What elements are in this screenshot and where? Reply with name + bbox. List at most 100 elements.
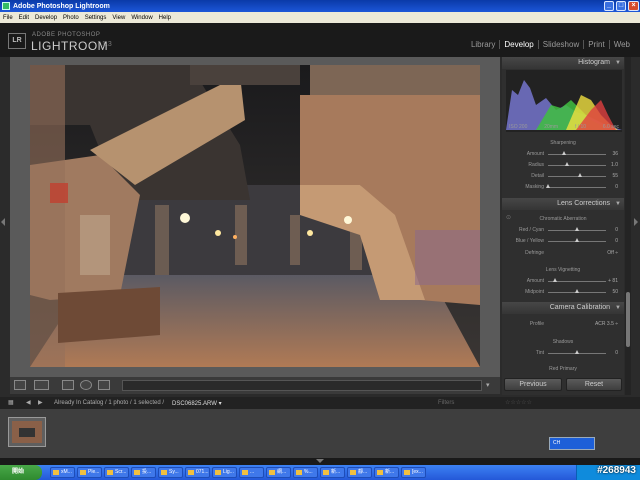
- lightroom-window: Adobe Photoshop Lightroom _ □ × File Edi…: [0, 0, 640, 480]
- taskbar-item[interactable]: %...: [293, 467, 318, 478]
- taskbar-item[interactable]: 靜...: [347, 467, 372, 478]
- histogram-header[interactable]: Histogram: [502, 57, 624, 69]
- taskbar-item[interactable]: xM...: [50, 467, 75, 478]
- taskbar-item-label: Ple...: [88, 469, 100, 475]
- menu-view[interactable]: View: [112, 15, 125, 21]
- taskbar-item[interactable]: 投...: [131, 467, 156, 478]
- photo-preview[interactable]: [30, 65, 480, 367]
- taskbar-app-icon: [323, 470, 329, 475]
- chromatic-aberration-slider-knob[interactable]: [575, 238, 579, 242]
- redeye-tool-icon[interactable]: [80, 380, 92, 390]
- sharpening-value: 0: [615, 184, 618, 190]
- taskbar-item[interactable]: Ple...: [77, 467, 102, 478]
- vignetting-value: + 81: [608, 278, 618, 284]
- sharpening-slider-knob[interactable]: [565, 162, 570, 166]
- brand-line1: ADOBE PHOTOSHOP: [32, 32, 101, 38]
- vignetting-slider-knob[interactable]: [552, 278, 557, 282]
- reset-button[interactable]: Reset: [566, 378, 622, 391]
- back-arrow-icon[interactable]: ◀: [26, 399, 31, 406]
- taskbar-item-label: 新...: [331, 469, 341, 475]
- close-button[interactable]: ×: [628, 1, 639, 11]
- chromatic-aberration-slider-knob[interactable]: [575, 227, 579, 231]
- menu-window[interactable]: Window: [131, 15, 152, 21]
- taskbar-item[interactable]: 071...: [185, 467, 210, 478]
- sharpening-slider-track[interactable]: [548, 154, 606, 155]
- menu-help[interactable]: Help: [159, 15, 171, 21]
- sharpening-slider-knob[interactable]: [546, 184, 550, 188]
- module-slideshow[interactable]: Slideshow: [537, 40, 583, 49]
- previous-button[interactable]: Previous: [504, 378, 562, 391]
- right-panel-toggle-icon[interactable]: [634, 218, 638, 226]
- taskbar-item[interactable]: Scr...: [104, 467, 129, 478]
- sharpening-slider-track[interactable]: [548, 187, 606, 188]
- sharpening-label: Radius: [528, 162, 544, 168]
- spot-removal-icon[interactable]: [98, 380, 110, 390]
- histogram-graph: [506, 70, 622, 132]
- crop-tool-icon[interactable]: [62, 380, 74, 390]
- maximize-button[interactable]: □: [616, 1, 626, 11]
- bottom-panel-toggle[interactable]: [0, 458, 640, 465]
- profile-select[interactable]: ACR 3.5 ÷: [595, 321, 618, 327]
- filename-label[interactable]: DSC06825.ARW ▾: [172, 400, 222, 407]
- sharpening-row: Detail 55: [502, 172, 624, 181]
- focal-readout: 20mm: [544, 124, 559, 130]
- taskbar-item[interactable]: Lig...: [212, 467, 237, 478]
- taskbar-item-label: Scr...: [115, 469, 127, 475]
- module-develop[interactable]: Develop: [499, 40, 537, 49]
- taskbar-app-icon: [80, 470, 86, 475]
- panel-scrollbar[interactable]: [625, 57, 631, 395]
- minimize-button[interactable]: _: [604, 1, 614, 11]
- vignetting-label: Midpoint: [525, 289, 544, 295]
- defringe-select[interactable]: Off ÷: [607, 250, 618, 256]
- menu-develop[interactable]: Develop: [35, 15, 57, 21]
- sharpening-row: Radius 1.0: [502, 161, 624, 170]
- taskbar-app-icon: [53, 470, 59, 475]
- taskbar-item[interactable]: 新...: [320, 467, 345, 478]
- module-web[interactable]: Web: [608, 40, 634, 49]
- taskbar-item[interactable]: 新...: [374, 467, 399, 478]
- toolbar-content-field[interactable]: [122, 380, 482, 391]
- camera-calibration-header[interactable]: Camera Calibration: [502, 302, 624, 314]
- taskbar-item[interactable]: Sy...: [158, 467, 183, 478]
- filmstrip-status: Already In Catalog / 1 photo / 1 selecte…: [54, 400, 165, 406]
- menu-file[interactable]: File: [3, 15, 13, 21]
- sharpening-slider-track[interactable]: [548, 165, 606, 166]
- panel-scrollbar-thumb[interactable]: [626, 292, 630, 347]
- taskbar-item[interactable]: 網...: [266, 467, 291, 478]
- grid-icon[interactable]: ▦: [8, 399, 14, 406]
- taskbar-item-label: xM...: [61, 469, 72, 475]
- toolbar-menu-chevron-icon[interactable]: ▾: [486, 381, 490, 389]
- module-library[interactable]: Library: [467, 40, 499, 49]
- left-panel-toggle-icon[interactable]: [1, 218, 5, 226]
- tint-slider-knob[interactable]: [575, 350, 579, 354]
- filmstrip-thumbnail[interactable]: [8, 417, 46, 447]
- loupe-view-icon[interactable]: [14, 380, 26, 390]
- sharpening-slider-knob[interactable]: [577, 173, 582, 177]
- taskbar-item-label: 網...: [277, 469, 287, 475]
- before-after-view-icon[interactable]: [34, 380, 49, 390]
- vignetting-slider-knob[interactable]: [575, 289, 579, 293]
- bottom-toggle-icon[interactable]: [316, 459, 324, 463]
- taskbar-item[interactable]: [ex...: [401, 467, 426, 478]
- taskbar-app-icon: [242, 470, 248, 475]
- taskbar-app-icon: [134, 470, 140, 475]
- menu-settings[interactable]: Settings: [85, 15, 107, 21]
- sharpening-title: Sharpening: [550, 140, 576, 146]
- menu-photo[interactable]: Photo: [63, 15, 79, 21]
- taskbar-app-icon: [377, 470, 383, 475]
- module-print[interactable]: Print: [583, 40, 608, 49]
- sharpening-slider-knob[interactable]: [562, 151, 567, 155]
- rating-filter-icon[interactable]: ☆☆☆☆☆: [505, 399, 532, 406]
- lens-corrections-header[interactable]: Lens Corrections: [502, 198, 624, 210]
- sharpening-value: 1.0: [611, 162, 618, 168]
- start-button[interactable]: 開始: [0, 465, 42, 480]
- ime-bar[interactable]: CH: [549, 437, 595, 450]
- menu-edit[interactable]: Edit: [19, 15, 29, 21]
- taskbar-item[interactable]: ...: [239, 467, 264, 478]
- sharpening-label: Masking: [525, 184, 544, 190]
- windows-taskbar: 開始 xM... Ple... Scr... 投... Sy... 071... Lig..…: [0, 465, 640, 480]
- chromatic-aberration-value: 0: [615, 238, 618, 244]
- tint-label: Tint: [535, 350, 544, 356]
- defringe-label: Defringe: [525, 250, 544, 256]
- forward-arrow-icon[interactable]: ▶: [38, 399, 43, 406]
